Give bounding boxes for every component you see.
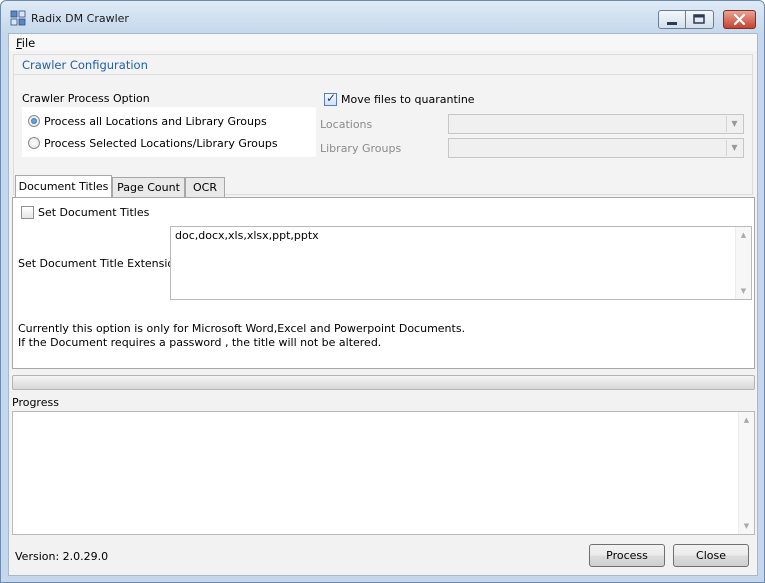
minimize-icon: [667, 22, 677, 25]
scroll-up-icon[interactable]: ▲: [736, 228, 751, 242]
close-window-button[interactable]: [723, 10, 756, 29]
title-bar[interactable]: Radix DM Crawler: [1, 1, 764, 33]
progress-bar: [12, 375, 755, 390]
tab-ocr[interactable]: OCR: [185, 177, 225, 198]
move-quarantine-label: Move files to quarantine: [341, 93, 475, 106]
menu-file[interactable]: File: [16, 36, 35, 50]
close-icon: [733, 13, 746, 26]
progress-log[interactable]: ▲ ▼: [12, 411, 755, 535]
document-titles-panel: Set Document Titles Set Document Title E…: [12, 197, 755, 369]
close-button[interactable]: Close: [673, 544, 749, 567]
radio-process-all-indicator[interactable]: [28, 115, 40, 127]
radio-process-all-label: Process all Locations and Library Groups: [44, 114, 267, 128]
tab-page-count[interactable]: Page Count: [112, 177, 185, 198]
tab-document-titles[interactable]: Document Titles: [15, 175, 112, 197]
maximize-icon: [693, 14, 705, 24]
scroll-up-icon[interactable]: ▲: [739, 413, 754, 427]
menu-bar: File: [9, 34, 757, 51]
locations-label: Locations: [320, 118, 373, 131]
progress-scrollbar[interactable]: ▲ ▼: [738, 412, 754, 534]
library-groups-label: Library Groups: [320, 142, 402, 155]
progress-label: Progress: [12, 396, 59, 409]
library-groups-combo[interactable]: ▼: [448, 138, 744, 158]
process-option-label: Crawler Process Option: [22, 92, 150, 105]
client-area: File Crawler Configuration Crawler Proce…: [8, 33, 758, 576]
scroll-down-icon[interactable]: ▼: [736, 284, 751, 298]
locations-combo[interactable]: ▼: [448, 114, 744, 134]
note-line-2: If the Document requires a password , th…: [18, 336, 382, 349]
set-document-titles-checkbox[interactable]: [21, 206, 34, 219]
version-label: Version: 2.0.29.0: [15, 550, 109, 563]
app-grid-icon: [10, 10, 26, 26]
radio-process-selected[interactable]: Process Selected Locations/Library Group…: [28, 134, 278, 152]
radio-process-selected-label: Process Selected Locations/Library Group…: [44, 136, 278, 150]
extensions-value: doc,docx,xls,xlsx,ppt,pptx: [175, 229, 319, 242]
extensions-scrollbar[interactable]: ▲ ▼: [735, 227, 751, 299]
process-button[interactable]: Process: [589, 544, 665, 567]
note-line-1: Currently this option is only for Micros…: [18, 322, 466, 335]
minimize-button[interactable]: [658, 10, 686, 29]
move-quarantine-checkbox[interactable]: [324, 91, 337, 106]
scroll-down-icon[interactable]: ▼: [739, 519, 754, 533]
maximize-button[interactable]: [686, 10, 714, 29]
radio-process-all[interactable]: Process all Locations and Library Groups: [28, 112, 267, 130]
extensions-label: Set Document Title Extensions:: [18, 257, 191, 270]
move-quarantine-option[interactable]: Move files to quarantine: [324, 91, 475, 106]
crawler-config-panel: Crawler Configuration Crawler Process Op…: [13, 54, 753, 195]
app-window: Radix DM Crawler File Crawler Configurat…: [0, 0, 765, 583]
set-document-titles-label: Set Document Titles: [38, 206, 150, 219]
radio-process-selected-indicator[interactable]: [28, 137, 40, 149]
process-option-group: Process all Locations and Library Groups…: [22, 107, 316, 157]
extensions-textarea[interactable]: doc,docx,xls,xlsx,ppt,pptx ▲ ▼: [170, 226, 752, 300]
config-title: Crawler Configuration: [22, 58, 148, 72]
set-document-titles-option[interactable]: Set Document Titles: [21, 206, 149, 219]
config-header: Crawler Configuration: [14, 55, 752, 75]
window-title: Radix DM Crawler: [31, 12, 129, 25]
chevron-down-icon[interactable]: ▼: [726, 140, 742, 156]
chevron-down-icon[interactable]: ▼: [726, 116, 742, 132]
